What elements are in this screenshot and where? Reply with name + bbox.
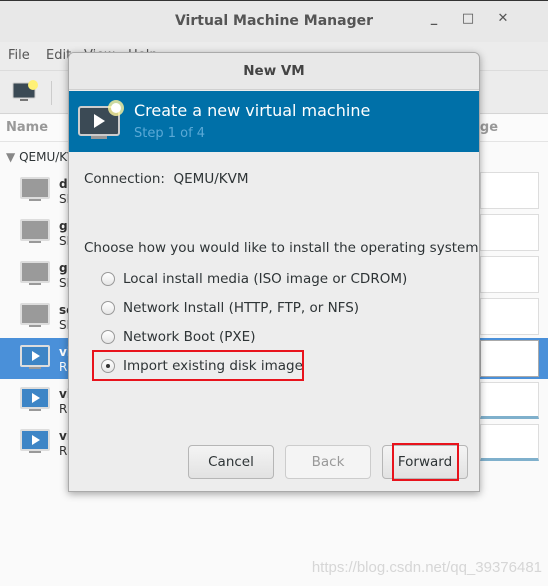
radio-button[interactable] xyxy=(101,272,115,286)
radio-button[interactable] xyxy=(101,301,115,315)
cpu-usage-graph xyxy=(480,256,539,293)
vm-shutoff-icon xyxy=(20,177,50,201)
menu-file[interactable]: File xyxy=(8,48,30,63)
radio-button[interactable] xyxy=(101,330,115,344)
step-indicator: Step 1 of 4 xyxy=(134,126,206,141)
connection-info: Connection: QEMU/KVM xyxy=(84,171,249,187)
window-titlebar: Virtual Machine Manager _ □ ✕ xyxy=(0,0,548,42)
install-option[interactable]: Local install media (ISO image or CDROM) xyxy=(101,271,461,291)
install-prompt: Choose how you would like to install the… xyxy=(84,240,479,256)
cancel-button[interactable]: Cancel xyxy=(188,445,274,479)
cpu-usage-graph xyxy=(480,382,539,419)
dialog-heading: Create a new virtual machine xyxy=(134,101,371,120)
vm-shutoff-icon xyxy=(20,303,50,327)
new-vm-dialog: New VM Create a new virtual machine Step… xyxy=(68,52,480,492)
option-label: Network Boot (PXE) xyxy=(123,329,256,345)
new-vm-icon[interactable] xyxy=(12,79,40,105)
cpu-usage-graph xyxy=(480,340,539,377)
install-option[interactable]: Network Install (HTTP, FTP, or NFS) xyxy=(101,300,461,320)
column-name[interactable]: Name xyxy=(6,120,48,135)
connection-label: Connection: xyxy=(84,171,165,187)
highlight-box xyxy=(92,350,304,381)
cpu-usage-graph xyxy=(480,214,539,251)
dialog-banner: Create a new virtual machine Step 1 of 4 xyxy=(69,91,479,152)
dialog-title: New VM xyxy=(69,53,479,90)
toolbar-separator xyxy=(51,81,52,105)
vm-state: R xyxy=(59,360,68,374)
vm-running-icon xyxy=(20,429,50,453)
vm-state: R xyxy=(59,402,68,416)
vm-running-icon xyxy=(20,387,50,411)
connection-value: QEMU/KVM xyxy=(173,171,249,187)
vm-running-icon xyxy=(20,345,50,369)
new-vm-banner-icon xyxy=(78,100,124,139)
back-button[interactable]: Back xyxy=(285,445,371,479)
vm-shutoff-icon xyxy=(20,261,50,285)
close-button[interactable]: ✕ xyxy=(493,11,513,31)
install-option[interactable]: Network Boot (PXE) xyxy=(101,329,461,349)
highlight-box xyxy=(392,443,459,481)
cpu-usage-graph xyxy=(480,298,539,335)
watermark: https://blog.csdn.net/qq_39376481 xyxy=(311,559,542,576)
option-label: Local install media (ISO image or CDROM) xyxy=(123,271,408,287)
option-label: Network Install (HTTP, FTP, or NFS) xyxy=(123,300,360,316)
vm-shutoff-icon xyxy=(20,219,50,243)
maximize-button[interactable]: □ xyxy=(458,11,478,31)
cpu-usage-graph xyxy=(480,172,539,209)
minimize-button[interactable]: _ xyxy=(424,11,444,31)
cpu-usage-graph xyxy=(480,424,539,461)
vm-state: R xyxy=(59,444,68,458)
